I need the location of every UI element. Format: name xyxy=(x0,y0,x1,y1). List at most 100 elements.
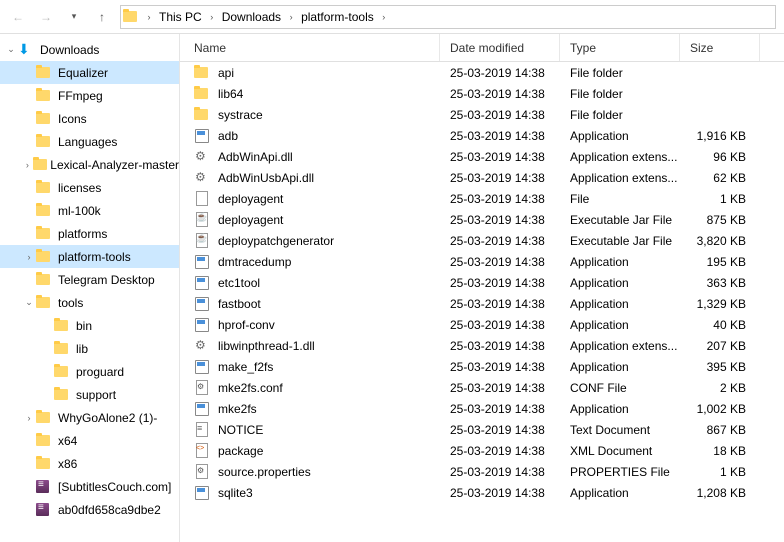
forward-button[interactable]: → xyxy=(32,3,60,31)
file-row[interactable]: deployagent25-03-2019 14:38Executable Ja… xyxy=(180,209,784,230)
file-type: Application xyxy=(560,486,680,500)
tree-item[interactable]: ›WhyGoAlone2 (1)- xyxy=(0,406,179,429)
tree-item[interactable]: › platform-tools xyxy=(0,245,179,268)
chevron-right-icon[interactable]: › xyxy=(378,12,390,22)
file-date: 25-03-2019 14:38 xyxy=(440,339,560,353)
file-row[interactable]: mke2fs25-03-2019 14:38Application1,002 K… xyxy=(180,398,784,419)
file-row[interactable]: adb25-03-2019 14:38Application1,916 KB xyxy=(180,125,784,146)
column-header-name[interactable]: Name xyxy=(180,34,440,61)
dll-icon xyxy=(194,338,212,354)
folder-icon xyxy=(194,65,212,81)
folder-icon xyxy=(36,295,54,311)
column-headers: Name Date modified Type Size xyxy=(180,34,784,62)
file-row[interactable]: api25-03-2019 14:38File folder xyxy=(180,62,784,83)
tree-item[interactable]: ›FFmpeg xyxy=(0,84,179,107)
address-bar[interactable]: › This PC › Downloads › platform-tools › xyxy=(120,5,776,29)
file-row[interactable]: fastboot25-03-2019 14:38Application1,329… xyxy=(180,293,784,314)
file-row[interactable]: systrace25-03-2019 14:38File folder xyxy=(180,104,784,125)
file-name: mke2fs.conf xyxy=(218,381,283,395)
tree-item[interactable]: › Lexical-Analyzer-master xyxy=(0,153,179,176)
tree-item[interactable]: ›platforms xyxy=(0,222,179,245)
folder-icon xyxy=(36,180,54,196)
file-row[interactable]: deploypatchgenerator25-03-2019 14:38Exec… xyxy=(180,230,784,251)
chevron-down-icon[interactable]: ⌄ xyxy=(4,44,18,55)
tree-item[interactable]: ›x64 xyxy=(0,429,179,452)
chevron-down-icon[interactable]: ⌄ xyxy=(22,297,36,308)
tree-item[interactable]: ›[SubtitlesCouch.com] xyxy=(0,475,179,498)
file-date: 25-03-2019 14:38 xyxy=(440,234,560,248)
column-header-date[interactable]: Date modified xyxy=(440,34,560,61)
chevron-right-icon[interactable]: › xyxy=(206,12,218,22)
file-name: api xyxy=(218,66,234,80)
file-type: Application xyxy=(560,276,680,290)
folder-icon xyxy=(33,157,47,173)
dll-icon xyxy=(194,170,212,186)
tree-item-label: Icons xyxy=(58,112,87,126)
file-row[interactable]: mke2fs.conf25-03-2019 14:38CONF File2 KB xyxy=(180,377,784,398)
file-row[interactable]: libwinpthread-1.dll25-03-2019 14:38Appli… xyxy=(180,335,784,356)
file-row[interactable]: deployagent25-03-2019 14:38File1 KB xyxy=(180,188,784,209)
file-row[interactable]: dmtracedump25-03-2019 14:38Application19… xyxy=(180,251,784,272)
tree-item[interactable]: ›support xyxy=(0,383,179,406)
tree-item-label: Telegram Desktop xyxy=(58,273,155,287)
chevron-right-icon[interactable]: › xyxy=(285,12,297,22)
file-row[interactable]: source.properties25-03-2019 14:38PROPERT… xyxy=(180,461,784,482)
tree-item[interactable]: ⌄tools xyxy=(0,291,179,314)
back-button[interactable]: ← xyxy=(4,3,32,31)
tree-item[interactable]: ›lib xyxy=(0,337,179,360)
file-row[interactable]: NOTICE25-03-2019 14:38Text Document867 K… xyxy=(180,419,784,440)
column-header-size[interactable]: Size xyxy=(680,34,760,61)
breadcrumb-segment[interactable]: platform-tools xyxy=(297,6,378,28)
breadcrumb-segment[interactable]: Downloads xyxy=(218,6,285,28)
recent-locations-button[interactable]: ▾ xyxy=(60,3,88,31)
folder-icon xyxy=(36,111,54,127)
file-date: 25-03-2019 14:38 xyxy=(440,129,560,143)
app-icon xyxy=(194,317,212,333)
file-row[interactable]: sqlite325-03-2019 14:38Application1,208 … xyxy=(180,482,784,503)
up-button[interactable]: ↑ xyxy=(88,3,116,31)
file-type: Application xyxy=(560,402,680,416)
tree-item[interactable]: ›x86 xyxy=(0,452,179,475)
tree-item[interactable]: ›bin xyxy=(0,314,179,337)
tree-item[interactable]: ›Telegram Desktop xyxy=(0,268,179,291)
file-name: dmtracedump xyxy=(218,255,291,269)
tree-item-label: Lexical-Analyzer-master xyxy=(50,158,179,172)
tree-item[interactable]: ›Languages xyxy=(0,130,179,153)
file-name: mke2fs xyxy=(218,402,257,416)
file-size: 867 KB xyxy=(680,423,760,437)
file-name: NOTICE xyxy=(218,423,263,437)
folder-icon xyxy=(36,88,54,104)
file-type: Application xyxy=(560,297,680,311)
file-row[interactable]: lib6425-03-2019 14:38File folder xyxy=(180,83,784,104)
app-icon xyxy=(194,401,212,417)
tree-item[interactable]: ›proguard xyxy=(0,360,179,383)
chevron-right-icon[interactable]: › xyxy=(143,12,155,22)
tree-item[interactable]: ›Equalizer xyxy=(0,61,179,84)
chevron-right-icon[interactable]: › xyxy=(22,160,33,170)
xml-icon xyxy=(194,443,212,459)
folder-icon xyxy=(36,456,54,472)
chevron-right-icon[interactable]: › xyxy=(22,413,36,423)
column-header-type[interactable]: Type xyxy=(560,34,680,61)
tree-item-label: platform-tools xyxy=(58,250,131,264)
file-date: 25-03-2019 14:38 xyxy=(440,213,560,227)
breadcrumb-segment[interactable]: This PC xyxy=(155,6,206,28)
tree-item[interactable]: ›ml-100k xyxy=(0,199,179,222)
chevron-right-icon[interactable]: › xyxy=(22,252,36,262)
file-name: package xyxy=(218,444,263,458)
file-date: 25-03-2019 14:38 xyxy=(440,486,560,500)
file-row[interactable]: make_f2fs25-03-2019 14:38Application395 … xyxy=(180,356,784,377)
tree-item[interactable]: ›ab0dfd658ca9dbe2 xyxy=(0,498,179,521)
file-row[interactable]: AdbWinUsbApi.dll25-03-2019 14:38Applicat… xyxy=(180,167,784,188)
file-row[interactable]: package25-03-2019 14:38XML Document18 KB xyxy=(180,440,784,461)
file-size: 40 KB xyxy=(680,318,760,332)
file-row[interactable]: hprof-conv25-03-2019 14:38Application40 … xyxy=(180,314,784,335)
tree-item[interactable]: ⌄Downloads xyxy=(0,38,179,61)
file-date: 25-03-2019 14:38 xyxy=(440,108,560,122)
file-list-view: Name Date modified Type Size api25-03-20… xyxy=(180,34,784,542)
tree-item[interactable]: ›licenses xyxy=(0,176,179,199)
file-row[interactable]: AdbWinApi.dll25-03-2019 14:38Application… xyxy=(180,146,784,167)
file-row[interactable]: etc1tool25-03-2019 14:38Application363 K… xyxy=(180,272,784,293)
file-size: 1 KB xyxy=(680,465,760,479)
tree-item[interactable]: ›Icons xyxy=(0,107,179,130)
